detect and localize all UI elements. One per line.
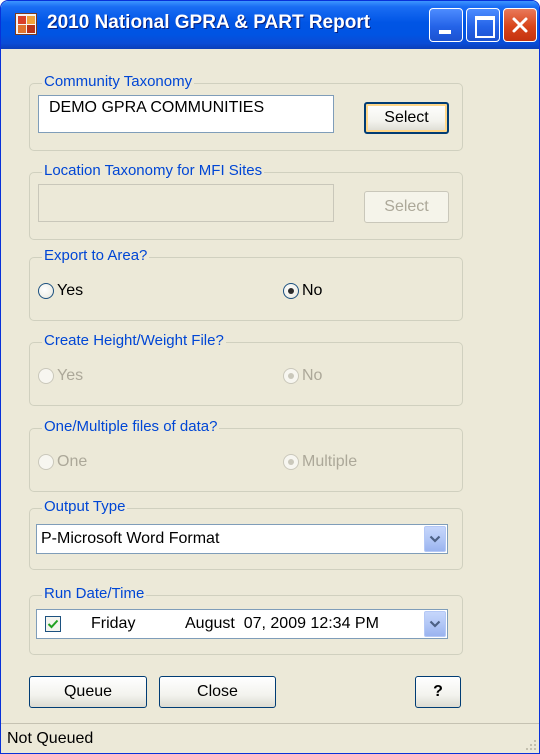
- files-multiple-radio: Multiple: [283, 453, 357, 471]
- output-type-value: P-Microsoft Word Format: [41, 530, 220, 547]
- radio-unchecked-icon: [38, 368, 54, 384]
- output-type-group: Output Type P-Microsoft Word Format: [29, 498, 463, 570]
- output-type-select[interactable]: P-Microsoft Word Format: [36, 524, 448, 554]
- run-date-group: Run Date/Time Friday August 07, 2009 12:…: [29, 585, 463, 655]
- height-weight-no-label: No: [302, 367, 323, 384]
- height-weight-yes-label: Yes: [57, 367, 84, 384]
- export-no-radio[interactable]: No: [283, 282, 322, 300]
- chevron-down-icon: [429, 535, 441, 543]
- files-one-radio: One: [38, 453, 87, 471]
- resize-grip-icon[interactable]: [525, 739, 537, 751]
- output-type-label: Output Type: [42, 498, 128, 515]
- run-date-label: Run Date/Time: [42, 585, 147, 602]
- close-button[interactable]: Close: [159, 676, 276, 708]
- files-of-data-group: One/Multiple files of data? One Multiple: [29, 418, 463, 492]
- export-no-label: No: [302, 282, 323, 299]
- report-app-icon[interactable]: [15, 13, 37, 35]
- help-button[interactable]: ?: [415, 676, 461, 708]
- status-text: Not Queued: [7, 730, 94, 747]
- minimize-button[interactable]: [429, 8, 463, 42]
- report-dialog: 2010 National GPRA & PART Report Communi…: [0, 0, 540, 754]
- location-taxonomy-field: [38, 184, 334, 222]
- title-bar[interactable]: 2010 National GPRA & PART Report: [1, 1, 539, 49]
- community-taxonomy-label: Community Taxonomy: [42, 73, 195, 90]
- queue-button[interactable]: Queue: [29, 676, 147, 708]
- export-to-area-group: Export to Area? Yes No: [29, 247, 463, 321]
- height-weight-yes-radio: Yes: [38, 367, 83, 385]
- radio-checked-icon: [283, 283, 299, 299]
- community-select-button[interactable]: Select: [364, 102, 449, 134]
- chevron-down-icon: [429, 620, 441, 628]
- run-date-dropdown-button[interactable]: [424, 611, 446, 637]
- height-weight-label: Create Height/Weight File?: [42, 332, 226, 349]
- window-title: 2010 National GPRA & PART Report: [47, 12, 371, 33]
- run-date-checkbox[interactable]: [45, 616, 61, 632]
- run-date-day[interactable]: Friday: [91, 615, 135, 633]
- location-taxonomy-group: Location Taxonomy for MFI Sites Select: [29, 162, 463, 240]
- radio-unchecked-icon: [38, 454, 54, 470]
- close-window-button[interactable]: [503, 8, 537, 42]
- radio-unchecked-icon: [38, 283, 54, 299]
- radio-checked-icon: [283, 368, 299, 384]
- files-one-label: One: [57, 453, 88, 470]
- radio-checked-icon: [283, 454, 299, 470]
- location-taxonomy-label: Location Taxonomy for MFI Sites: [42, 162, 265, 179]
- files-multiple-label: Multiple: [302, 453, 358, 470]
- export-yes-label: Yes: [57, 282, 84, 299]
- close-icon: [512, 17, 528, 33]
- run-date-picker[interactable]: Friday August 07, 2009 12:34 PM: [36, 609, 448, 639]
- height-weight-no-radio: No: [283, 367, 322, 385]
- files-of-data-label: One/Multiple files of data?: [42, 418, 220, 435]
- checkmark-icon: [47, 619, 59, 629]
- output-type-dropdown-button[interactable]: [424, 526, 446, 552]
- export-yes-radio[interactable]: Yes: [38, 282, 83, 300]
- community-taxonomy-field[interactable]: DEMO GPRA COMMUNITIES: [38, 95, 334, 133]
- location-select-button: Select: [364, 191, 449, 223]
- community-taxonomy-group: Community Taxonomy DEMO GPRA COMMUNITIES…: [29, 73, 463, 151]
- maximize-button[interactable]: [466, 8, 500, 42]
- height-weight-group: Create Height/Weight File? Yes No: [29, 332, 463, 406]
- export-to-area-label: Export to Area?: [42, 247, 150, 264]
- status-bar: Not Queued: [1, 723, 539, 753]
- run-date-datetime[interactable]: August 07, 2009 12:34 PM: [185, 615, 379, 633]
